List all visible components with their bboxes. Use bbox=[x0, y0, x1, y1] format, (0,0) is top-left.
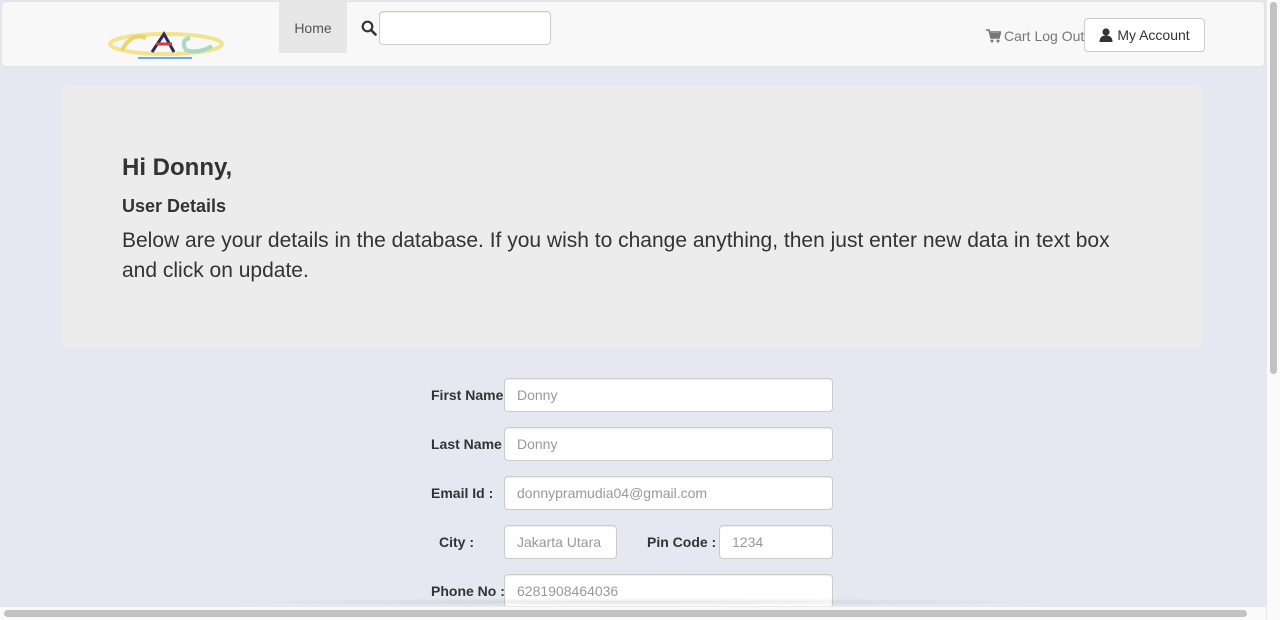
city-pin-row: City : Pin Code : bbox=[0, 525, 1266, 559]
logout-label: Log Out bbox=[1034, 28, 1085, 44]
horizontal-scrollbar[interactable] bbox=[0, 606, 1266, 620]
email-row: Email Id : bbox=[0, 476, 1266, 510]
vertical-scrollbar[interactable] bbox=[1266, 0, 1280, 620]
city-label: City : bbox=[439, 534, 474, 550]
first-name-row: First Name bbox=[0, 378, 1266, 412]
floating-shadow bbox=[220, 598, 1060, 606]
greeting-heading: Hi Donny, bbox=[122, 154, 233, 181]
user-details-heading: User Details bbox=[122, 196, 227, 216]
nav-right-links: Cart Log Out bbox=[986, 26, 1084, 46]
intro-text: Below are your details in the database. … bbox=[122, 229, 1110, 282]
user-icon bbox=[1099, 28, 1113, 42]
navbar: Home Cart Log Out My Account bbox=[1, 1, 1265, 67]
cart-label: Cart bbox=[1004, 28, 1031, 44]
last-name-field[interactable] bbox=[504, 427, 833, 461]
pin-code-label: Pin Code : bbox=[647, 534, 717, 550]
logout-link[interactable]: Log Out bbox=[1034, 28, 1084, 44]
search-input[interactable] bbox=[379, 11, 551, 45]
welcome-panel: Hi Donny, User Details Below are your de… bbox=[62, 86, 1203, 348]
my-account-button[interactable]: My Account bbox=[1084, 18, 1205, 52]
cac-logo-icon bbox=[108, 31, 224, 59]
my-account-label: My Account bbox=[1117, 27, 1190, 43]
last-name-row: Last Name bbox=[0, 427, 1266, 461]
nav-home-label: Home bbox=[294, 19, 332, 36]
search-icon[interactable] bbox=[361, 20, 377, 36]
first-name-label: First Name bbox=[431, 387, 504, 403]
nav-home-link[interactable]: Home bbox=[279, 2, 347, 53]
pin-code-field[interactable] bbox=[719, 525, 833, 559]
vertical-scroll-thumb[interactable] bbox=[1270, 2, 1277, 374]
page-viewport: Home Cart Log Out My Account Hi Donny, U… bbox=[0, 0, 1266, 606]
email-label: Email Id : bbox=[431, 485, 494, 501]
shopping-cart-icon bbox=[986, 29, 1001, 43]
email-field[interactable] bbox=[504, 476, 833, 510]
first-name-field[interactable] bbox=[504, 378, 833, 412]
city-field[interactable] bbox=[504, 525, 617, 559]
cart-link[interactable]: Cart bbox=[986, 28, 1030, 44]
horizontal-scroll-thumb[interactable] bbox=[4, 610, 1247, 617]
brand-logo[interactable] bbox=[108, 28, 228, 64]
last-name-label: Last Name bbox=[431, 436, 502, 452]
